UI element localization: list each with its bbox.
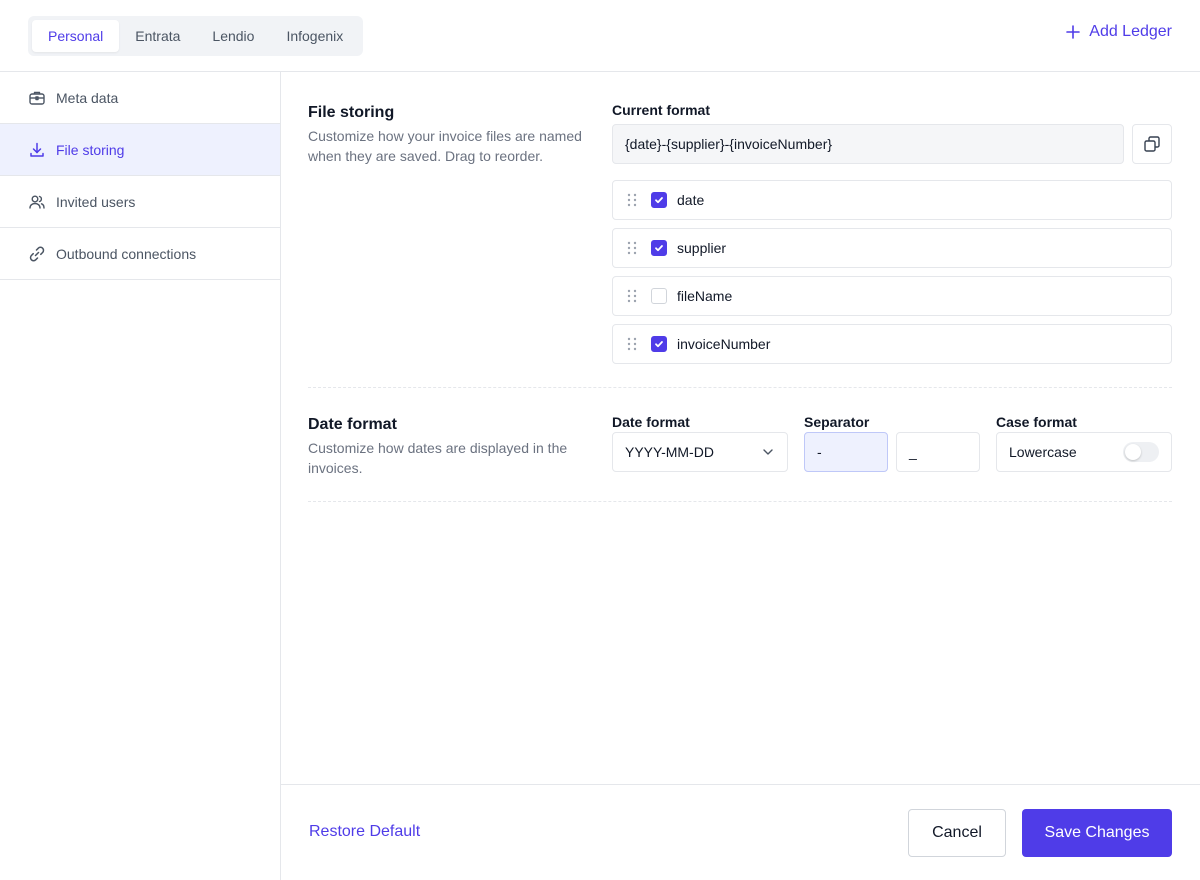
sidebar-item-file-storing[interactable]: File storing: [0, 124, 280, 176]
date-format-select[interactable]: YYYY-MM-DD: [612, 432, 788, 472]
add-ledger-button[interactable]: Add Ledger: [1065, 20, 1172, 44]
token-checkbox-invoice-number[interactable]: [651, 336, 667, 352]
token-row-invoice-number[interactable]: invoiceNumber: [612, 324, 1172, 364]
tab-personal[interactable]: Personal: [32, 20, 120, 52]
file-storing-section: File storing Customize how your invoice …: [308, 72, 1172, 372]
tab-entrata[interactable]: Entrata: [119, 20, 196, 52]
token-label: date: [677, 192, 705, 208]
file-storing-title: File storing: [308, 104, 395, 121]
check-icon: [655, 245, 663, 252]
action-footer: Restore Default Cancel Save Changes: [281, 784, 1200, 880]
separator-label: Separator: [804, 414, 870, 430]
restore-default-button[interactable]: Restore Default: [309, 823, 420, 841]
separator-option-underscore[interactable]: _: [896, 432, 980, 472]
separator-value: _: [909, 444, 917, 460]
token-checkbox-date[interactable]: [651, 192, 667, 208]
sidebar-item-label: Meta data: [56, 89, 119, 106]
sidebar-item-outbound-connections[interactable]: Outbound connections: [0, 228, 280, 280]
case-format-field: Lowercase: [996, 432, 1172, 472]
chevron-down-icon: [763, 449, 773, 455]
briefcase-icon: [29, 91, 45, 105]
separator-value: -: [817, 444, 822, 460]
sidebar-item-label: Outbound connections: [56, 245, 197, 262]
case-format-toggle[interactable]: [1123, 442, 1159, 462]
tab-infogenix[interactable]: Infogenix: [270, 20, 359, 52]
plus-icon: [1066, 25, 1081, 39]
drag-handle-icon[interactable]: [625, 240, 639, 256]
sidebar-item-label: File storing: [56, 141, 125, 158]
check-icon: [655, 197, 663, 204]
token-row-date[interactable]: date: [612, 180, 1172, 220]
toggle-knob: [1125, 444, 1141, 460]
date-format-section: Date format Customize how dates are disp…: [308, 384, 1172, 504]
copy-format-button[interactable]: [1132, 124, 1172, 164]
ledger-tabs: Personal Entrata Lendio Infogenix: [28, 16, 364, 56]
save-changes-button[interactable]: Save Changes: [1022, 809, 1172, 857]
token-label: fileName: [677, 288, 733, 304]
check-icon: [655, 341, 663, 348]
file-storing-description: Customize how your invoice files are nam…: [308, 128, 582, 164]
token-row-supplier[interactable]: supplier: [612, 228, 1172, 268]
token-checkbox-supplier[interactable]: [651, 240, 667, 256]
current-format-field[interactable]: {date}-{supplier}-{invoiceNumber}: [612, 124, 1124, 164]
token-label: supplier: [677, 240, 727, 256]
case-format-value: Lowercase: [1009, 444, 1077, 460]
current-format-value: {date}-{supplier}-{invoiceNumber}: [625, 136, 833, 152]
sidebar-item-invited-users[interactable]: Invited users: [0, 176, 280, 228]
drag-handle-icon[interactable]: [625, 192, 639, 208]
add-ledger-label: Add Ledger: [1089, 23, 1172, 40]
token-checkbox-filename[interactable]: [651, 288, 667, 304]
copy-icon: [1144, 136, 1160, 152]
tab-lendio[interactable]: Lendio: [196, 20, 270, 52]
date-format-label: Date format: [612, 414, 690, 430]
download-icon: [30, 142, 44, 157]
token-row-filename[interactable]: fileName: [612, 276, 1172, 316]
current-format-label: Current format: [612, 102, 711, 118]
top-bar: Personal Entrata Lendio Infogenix Add Le…: [0, 0, 1200, 72]
case-format-label: Case format: [996, 414, 1077, 430]
link-icon: [29, 246, 45, 261]
users-icon: [29, 195, 45, 209]
date-format-description: Customize how dates are displayed in the…: [308, 440, 568, 476]
date-format-value: YYYY-MM-DD: [625, 444, 714, 460]
drag-handle-icon[interactable]: [625, 288, 639, 304]
drag-handle-icon[interactable]: [625, 336, 639, 352]
token-label: invoiceNumber: [677, 336, 771, 352]
settings-sidebar: Meta data File storing Invited users Out…: [0, 72, 281, 880]
main-content: File storing Customize how your invoice …: [281, 72, 1200, 880]
separator-option-dash[interactable]: -: [804, 432, 888, 472]
cancel-button[interactable]: Cancel: [908, 809, 1006, 857]
sidebar-item-label: Invited users: [56, 193, 136, 210]
section-divider: [308, 501, 1172, 502]
sidebar-item-meta-data[interactable]: Meta data: [0, 72, 280, 124]
date-format-title: Date format: [308, 416, 397, 433]
